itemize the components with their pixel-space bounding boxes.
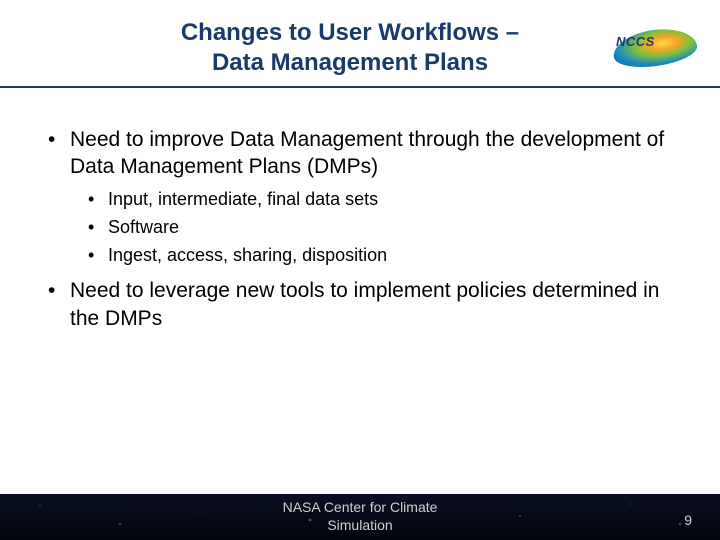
bullet-main-1-text: Need to improve Data Management through … <box>70 128 664 178</box>
bullet-sub-1: Input, intermediate, final data sets <box>80 187 678 211</box>
title-line-2: Data Management Plans <box>212 49 488 76</box>
page-number: 9 <box>684 512 692 528</box>
bullet-sub-2: Software <box>80 215 678 239</box>
footer-org: NASA Center for ClimateSimulation <box>0 498 720 534</box>
bullet-main-2: Need to leverage new tools to implement … <box>42 277 678 332</box>
title-line-1: Changes to User Workflows – <box>181 19 519 46</box>
slide-content: Need to improve Data Management through … <box>0 88 720 332</box>
slide-header: Changes to User Workflows – Data Managem… <box>0 0 720 86</box>
slide-title: Changes to User Workflows – Data Managem… <box>20 18 610 78</box>
bullet-sub-3: Ingest, access, sharing, disposition <box>80 243 678 267</box>
sub-bullet-list: Input, intermediate, final data sets Sof… <box>70 187 678 268</box>
logo-text: NCCS <box>616 34 655 49</box>
main-bullet-list: Need to improve Data Management through … <box>42 126 678 332</box>
bullet-main-1: Need to improve Data Management through … <box>42 126 678 267</box>
slide-footer: NASA Center for ClimateSimulation 9 <box>0 494 720 540</box>
nccs-logo: NCCS <box>610 24 700 72</box>
